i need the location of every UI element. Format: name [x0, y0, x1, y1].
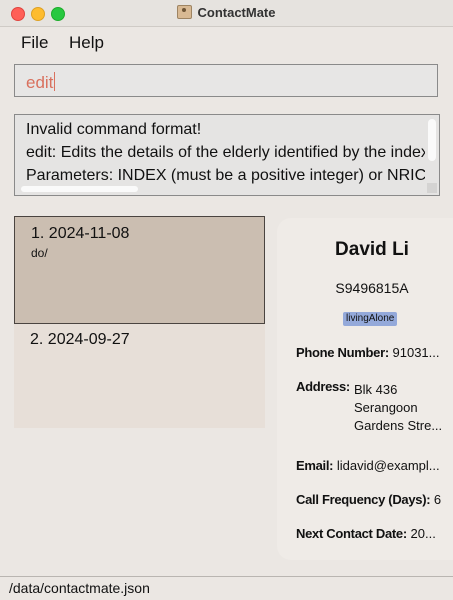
menu-file[interactable]: File [21, 33, 48, 53]
data-file-path: /data/contactmate.json [9, 580, 150, 596]
next-contact-row: Next Contact Date: 20... [296, 526, 436, 541]
call-date: 1. 2024-11-08 [31, 225, 130, 242]
command-input-text: edit [26, 73, 54, 92]
call-frequency-label: Call Frequency (Days): [296, 492, 431, 507]
result-display[interactable]: Invalid command format! edit: Edits the … [14, 114, 440, 196]
menu-help[interactable]: Help [69, 33, 104, 53]
window-title: ContactMate [0, 5, 453, 20]
email-label: Email: [296, 458, 334, 473]
title-bar[interactable]: ContactMate [0, 0, 453, 27]
address-label: Address: [296, 379, 350, 394]
email-row: Email: lidavid@exampl... [296, 458, 440, 473]
status-bar: /data/contactmate.json [0, 576, 453, 600]
phone-row: Phone Number: 91031... [296, 345, 440, 360]
next-contact-label: Next Contact Date: [296, 526, 407, 541]
person-nric: S9496815A [335, 280, 409, 296]
address-line-3: Gardens Stre... [354, 418, 443, 433]
address-value: Blk 436 Serangoon Gardens Stre... [354, 381, 442, 435]
text-caret [54, 72, 56, 91]
address-label-row: Address: [296, 379, 350, 394]
contact-book-icon [177, 5, 193, 19]
result-line-1: Invalid command format! [26, 121, 202, 138]
email-value: lidavid@exampl... [336, 458, 440, 473]
call-frequency-value: 6 [433, 492, 442, 507]
result-line-2: edit: Edits the details of the elderly i… [26, 144, 429, 161]
window-title-text: ContactMate [197, 5, 276, 20]
scroll-corner [427, 183, 437, 193]
call-note: do/ [31, 246, 48, 260]
vertical-scrollbar-thumb[interactable] [428, 119, 436, 161]
call-list-item-2[interactable]: 2. 2024-09-27 [14, 324, 265, 428]
call-history-list: 1. 2024-11-08 do/ 2. 2024-09-27 [14, 216, 265, 428]
horizontal-scrollbar-thumb[interactable] [21, 186, 138, 192]
call-date: 2. 2024-09-27 [30, 331, 130, 348]
command-input[interactable]: edit [26, 72, 56, 93]
address-line-1: Blk 436 [354, 382, 398, 397]
command-box[interactable]: edit [14, 64, 438, 97]
menu-bar: File Help [0, 27, 453, 57]
person-tag: livingAlone [343, 312, 398, 326]
person-name: David Li [335, 239, 409, 260]
phone-value: 91031... [392, 345, 440, 360]
phone-label: Phone Number: [296, 345, 389, 360]
call-list-item-1[interactable]: 1. 2024-11-08 do/ [14, 216, 265, 324]
next-contact-value: 20... [410, 526, 436, 541]
app-window: ContactMate File Help edit Invalid comma… [0, 0, 453, 600]
address-line-2: Serangoon [354, 400, 418, 415]
result-line-3: Parameters: INDEX (must be a positive in… [26, 167, 427, 184]
call-frequency-row: Call Frequency (Days): 6 [296, 492, 441, 507]
person-detail-panel: David Li S9496815A livingAlone Phone Num… [277, 218, 453, 560]
